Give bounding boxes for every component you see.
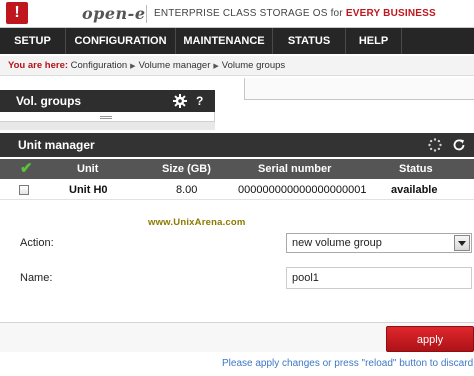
vol-groups-header: Vol. groups ?: [0, 90, 215, 112]
column-status: Status: [399, 163, 433, 175]
breadcrumb-lead: You are here:: [8, 60, 69, 71]
column-serial: Serial number: [258, 163, 332, 175]
loading-spinner-icon: [428, 138, 442, 152]
unit-manager-title: Unit manager: [18, 138, 95, 152]
top-right-panel: [244, 78, 474, 100]
checkmark-icon[interactable]: ✔: [20, 161, 33, 177]
breadcrumb-item[interactable]: Configuration: [71, 60, 128, 71]
status-cell: available: [391, 184, 438, 196]
vol-groups-title: Vol. groups: [16, 94, 82, 108]
action-select[interactable]: new volume group: [286, 233, 472, 253]
action-select-value: new volume group: [292, 237, 382, 249]
table-row: Unit H0 8.00 000000000000000000001 avail…: [0, 180, 474, 200]
column-size: Size (GB): [162, 163, 211, 175]
unit-manager-header: Unit manager: [0, 133, 474, 157]
help-icon[interactable]: ?: [196, 90, 203, 112]
unit-cell: Unit H0: [69, 184, 108, 196]
resize-handle[interactable]: [100, 116, 112, 119]
nav-setup[interactable]: SETUP: [0, 28, 66, 54]
nav-configuration[interactable]: CONFIGURATION: [66, 28, 176, 54]
vol-groups-scrollbar[interactable]: [0, 121, 215, 130]
chevron-right-icon: ▶: [130, 63, 136, 70]
nav-status[interactable]: STATUS: [273, 28, 346, 54]
header-divider: [146, 5, 147, 23]
nav-maintenance[interactable]: MAINTENANCE: [176, 28, 273, 54]
main-nav: SETUP CONFIGURATION MAINTENANCE STATUS H…: [0, 28, 474, 54]
nav-help[interactable]: HELP: [346, 28, 402, 54]
app-header: ! open-e ENTERPRISE CLASS STORAGE OS for…: [0, 0, 474, 28]
unit-table-header: ✔ Unit Size (GB) Serial number Status: [0, 159, 474, 179]
refresh-icon[interactable]: [452, 138, 466, 152]
name-input[interactable]: pool1: [286, 267, 472, 289]
serial-cell: 000000000000000000001: [238, 184, 367, 196]
logo-text: open-e: [82, 4, 146, 23]
apply-button[interactable]: apply: [386, 326, 474, 352]
breadcrumb: You are here: Configuration ▶ Volume manag…: [0, 56, 474, 76]
name-label: Name:: [20, 272, 53, 284]
row-checkbox[interactable]: [19, 185, 29, 195]
chevron-down-icon[interactable]: [454, 235, 470, 251]
watermark-text: www.UnixArena.com: [148, 217, 246, 228]
logo-icon: !: [6, 2, 28, 24]
tagline: ENTERPRISE CLASS STORAGE OS for EVERY BU…: [154, 8, 436, 19]
gear-icon[interactable]: [172, 93, 188, 109]
tagline-highlight: EVERY BUSINESS: [345, 8, 436, 19]
breadcrumb-item[interactable]: Volume manager: [139, 60, 211, 71]
reload-notice: Please apply changes or press "reload" b…: [222, 358, 474, 369]
tagline-prefix: ENTERPRISE CLASS STORAGE OS for: [154, 8, 346, 19]
breadcrumb-item[interactable]: Volume groups: [222, 60, 285, 71]
column-unit: Unit: [77, 163, 99, 175]
chevron-right-icon: ▶: [213, 63, 219, 70]
size-cell: 8.00: [176, 184, 198, 196]
action-label: Action:: [20, 237, 54, 249]
